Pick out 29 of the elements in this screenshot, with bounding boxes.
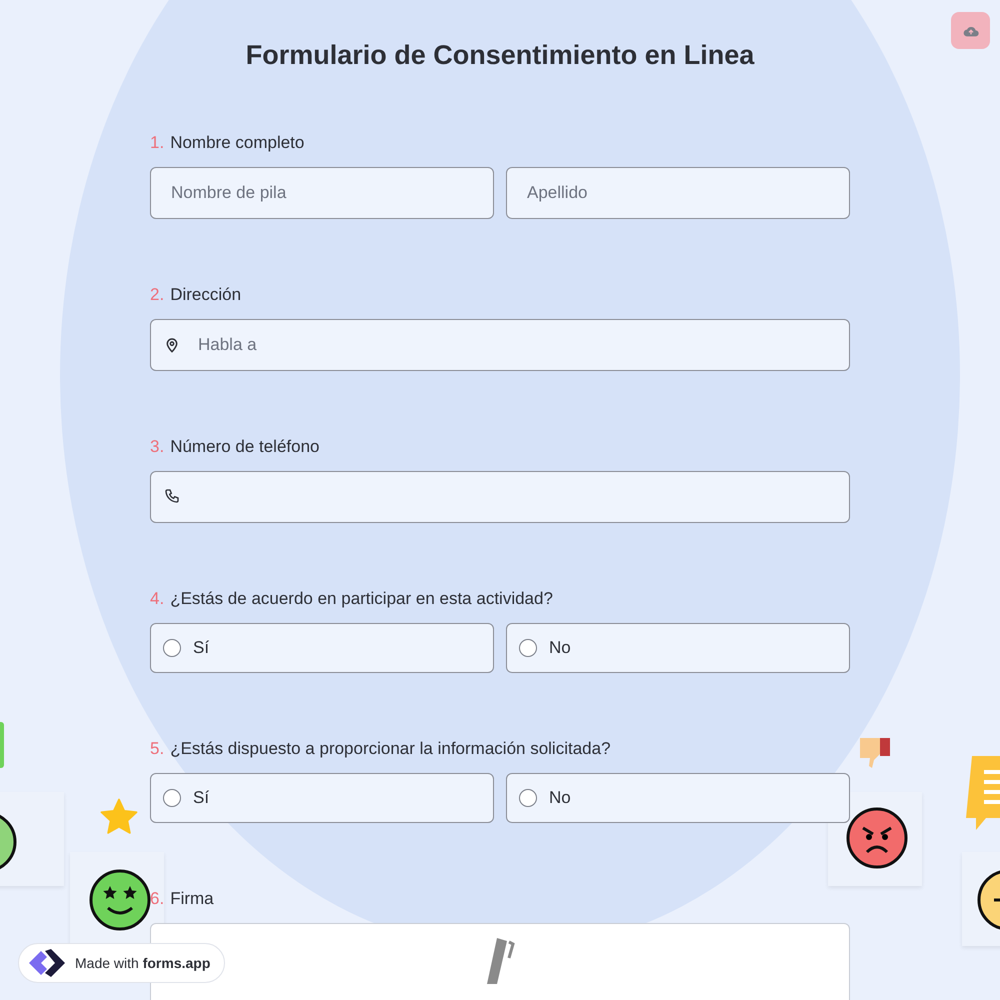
radio-button[interactable]: [519, 789, 537, 807]
question-label: 6. Firma: [150, 889, 215, 909]
choice-option[interactable]: No: [506, 623, 850, 673]
option-label: No: [549, 788, 571, 808]
question-label: 1. Nombre completo: [150, 133, 306, 153]
thumbs-down-icon: [858, 736, 892, 770]
input-field[interactable]: [150, 471, 850, 523]
made-with-link[interactable]: Made with forms.app: [18, 943, 226, 983]
choice-option[interactable]: Sí: [150, 773, 494, 823]
question-label: 4. ¿Estás de acuerdo en participar en esta actividad?: [150, 589, 554, 609]
forms-logo-icon: [27, 947, 67, 979]
radio-button[interactable]: [519, 639, 537, 657]
choice-option[interactable]: No: [506, 773, 850, 823]
choice-option[interactable]: Sí: [150, 623, 494, 673]
question-label: 3. Número de teléfono: [150, 437, 321, 457]
smiley-face-icon: [88, 868, 152, 932]
option-label: Sí: [193, 788, 210, 808]
option-label: Sí: [193, 638, 210, 658]
question-label: 5. ¿Estás dispuesto a proporcionar la información solicitada?: [150, 739, 612, 759]
question-label: 2. Dirección: [150, 285, 242, 305]
angry-face-icon: [845, 806, 909, 870]
input-field[interactable]: Nombre de pila: [150, 167, 494, 219]
upload-button[interactable]: [951, 12, 990, 49]
option-label: No: [549, 638, 571, 658]
radio-button[interactable]: [163, 639, 181, 657]
form-title: Formulario de Consentimiento en Linea: [244, 40, 756, 71]
input-field[interactable]: Apellido: [506, 167, 850, 219]
radio-button[interactable]: [163, 789, 181, 807]
input-field[interactable]: Habla a: [150, 319, 850, 371]
